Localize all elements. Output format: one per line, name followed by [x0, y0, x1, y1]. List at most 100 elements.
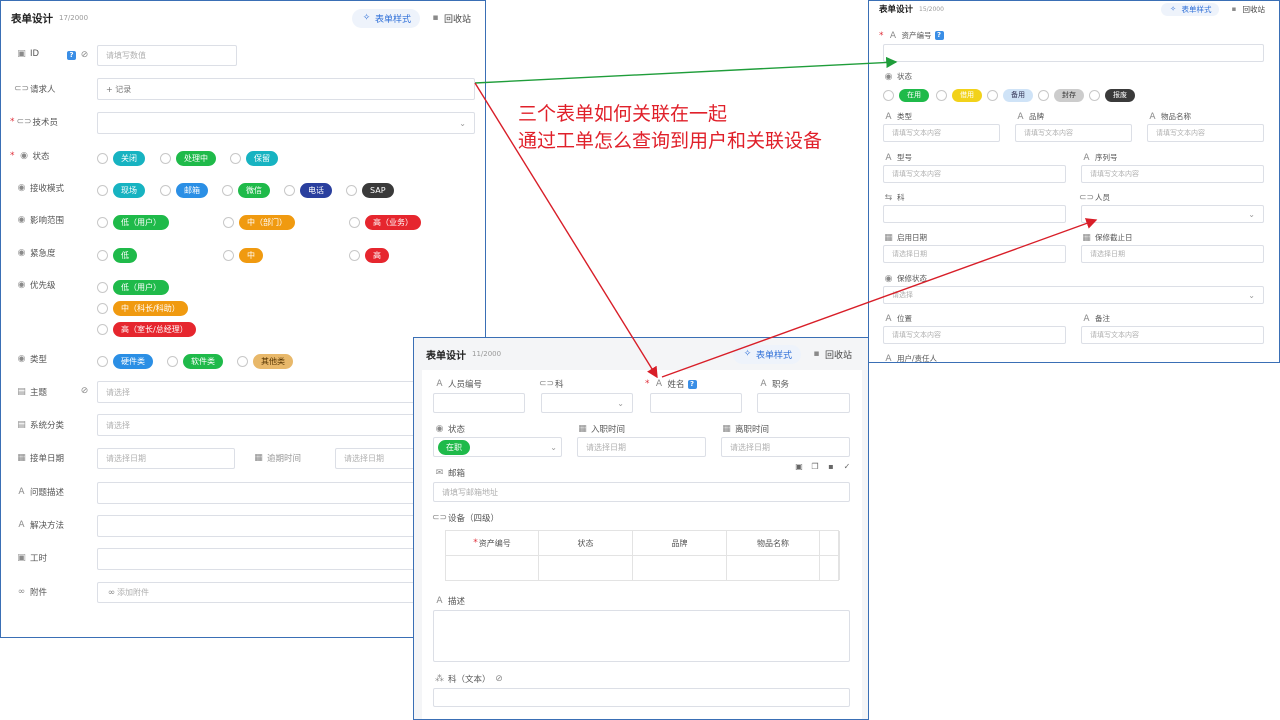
status-icon: ◉: [17, 183, 26, 193]
person-status-select[interactable]: 在职 ⌄: [433, 437, 562, 457]
eye-off-icon[interactable]: ⊘: [79, 386, 90, 396]
asset-no-input[interactable]: [883, 44, 1264, 62]
receive-option-phone[interactable]: 电话: [284, 183, 332, 198]
priority-option-high[interactable]: 高（室长/总经理）: [97, 322, 196, 337]
attachment-icon: ∞: [107, 587, 116, 598]
asset-location-input[interactable]: 请填写文本内容: [883, 326, 1066, 344]
asset-field-no: * A 资产编号?: [879, 30, 944, 41]
check-icon[interactable]: ✓: [842, 461, 852, 471]
calendar-icon: ▦: [1082, 232, 1091, 243]
asset-type-input[interactable]: 请填写文本内容: [883, 124, 1000, 142]
status-icon: ◉: [17, 248, 26, 258]
type-option-hardware[interactable]: 硬件类: [97, 354, 153, 369]
text-icon: A: [18, 487, 25, 497]
eye-off-icon[interactable]: ⊘: [79, 50, 90, 60]
calendar-icon: ▦: [722, 424, 731, 434]
asset-brand-input[interactable]: 请填写文本内容: [1015, 124, 1132, 142]
asset-dept-input[interactable]: [883, 205, 1066, 223]
recycle-bin-button[interactable]: ▪ 回收站: [1225, 1, 1270, 18]
type-option-other[interactable]: 其他类: [237, 354, 293, 369]
text-icon: A: [885, 152, 892, 163]
link-icon: ⊂⊃: [431, 513, 448, 523]
asset-item-name-input[interactable]: 请填写文本内容: [1147, 124, 1264, 142]
trash-icon: ▪: [432, 13, 439, 23]
receive-option-onsite[interactable]: 现场: [97, 183, 145, 198]
form-style-button[interactable]: ✧ 表单样式: [1160, 2, 1219, 16]
person-dept-select[interactable]: ⌄: [541, 393, 633, 413]
chevron-down-icon: ⌄: [459, 118, 466, 128]
text-icon: A: [760, 379, 767, 389]
impact-option-mid[interactable]: 中（部门）: [223, 215, 295, 230]
person-desc-textarea[interactable]: [433, 610, 850, 662]
chevron-down-icon: ⌄: [617, 398, 624, 408]
receive-option-wechat[interactable]: 微信: [222, 183, 270, 198]
table-cell[interactable]: [446, 556, 539, 580]
recycle-bin-button[interactable]: ▪ 回收站: [807, 345, 856, 364]
type-option-software[interactable]: 软件类: [167, 354, 223, 369]
asset-status-borrow[interactable]: 借用: [936, 89, 982, 102]
asset-status-scrapped[interactable]: 报废: [1089, 89, 1135, 102]
asset-person-select[interactable]: ⌄: [1081, 205, 1264, 223]
person-leave-date-picker[interactable]: 请选择日期: [721, 437, 850, 457]
recycle-bin-button[interactable]: ▪ 回收站: [426, 9, 475, 28]
id-input[interactable]: 请填写数值: [97, 45, 237, 66]
asset-remark-input[interactable]: 请填写文本内容: [1081, 326, 1264, 344]
asset-field-warranty-end: ▦ 保修截止日: [1082, 232, 1133, 243]
table-cell[interactable]: [820, 556, 840, 580]
asset-serial-input[interactable]: 请填写文本内容: [1081, 165, 1264, 183]
person-dept-text-input[interactable]: [433, 688, 850, 707]
person-field-desc: A 描述: [434, 595, 465, 607]
chevron-down-icon: ⌄: [1248, 290, 1255, 300]
person-email-input[interactable]: 请填写邮箱地址: [433, 482, 850, 502]
link-icon: ⊂⊃: [13, 84, 30, 94]
field-requester: ⊂⊃ 请求人: [13, 84, 56, 95]
asset-model-input[interactable]: 请填写文本内容: [883, 165, 1066, 183]
form-style-button[interactable]: ✧ 表单样式: [351, 8, 420, 28]
table-cell[interactable]: [727, 556, 820, 580]
help-icon[interactable]: ?: [687, 379, 697, 389]
person-field-leave-date: ▦ 离职时间: [722, 424, 770, 435]
person-form-header: 表单设计 11/2000 ✧ 表单样式 ▪ 回收站: [414, 338, 868, 370]
asset-start-date-picker[interactable]: 请选择日期: [883, 245, 1066, 263]
calendar-icon: ▦: [578, 424, 587, 434]
eye-off-icon[interactable]: ⊘: [494, 674, 505, 684]
person-position-input[interactable]: [757, 393, 850, 413]
asset-status-spare[interactable]: 备用: [987, 89, 1033, 102]
urgency-option-low[interactable]: 低: [97, 248, 137, 263]
asset-warranty-end-picker[interactable]: 请选择日期: [1081, 245, 1264, 263]
help-icon[interactable]: ?: [67, 51, 76, 60]
asset-warranty-status-select[interactable]: 请选择 ⌄: [883, 286, 1264, 304]
priority-option-low[interactable]: 低（用户）: [97, 280, 169, 295]
receive-option-sap[interactable]: SAP: [346, 183, 394, 198]
asset-field-status: ◉ 状态: [884, 71, 912, 82]
status-option-reserved[interactable]: 保留: [230, 151, 278, 166]
status-option-closed[interactable]: 关闭: [97, 151, 145, 166]
person-field-emp-no: A 人员编号: [434, 378, 482, 390]
person-emp-no-input[interactable]: [433, 393, 525, 413]
help-icon[interactable]: ▣: [794, 461, 804, 471]
asset-status-sealed[interactable]: 封存: [1038, 89, 1084, 102]
requester-record-input[interactable]: + 记录: [97, 78, 475, 100]
delete-icon[interactable]: ▪: [826, 461, 836, 471]
table-cell[interactable]: [539, 556, 633, 580]
status-icon: ◉: [435, 424, 444, 434]
order-date-picker[interactable]: 请选择日期: [97, 448, 235, 469]
field-solution: A 解决方法: [16, 519, 64, 531]
urgency-option-mid[interactable]: 中: [223, 248, 263, 263]
person-join-date-picker[interactable]: 请选择日期: [577, 437, 706, 457]
urgency-option-high[interactable]: 高: [349, 248, 389, 263]
status-option-processing[interactable]: 处理中: [160, 151, 216, 166]
copy-icon[interactable]: ❐: [810, 461, 820, 471]
technician-select[interactable]: ⌄: [97, 112, 475, 134]
asset-status-inuse[interactable]: 在用: [883, 89, 929, 102]
impact-option-high[interactable]: 高（业务）: [349, 215, 421, 230]
impact-option-low[interactable]: 低（用户）: [97, 215, 169, 230]
field-impact: ◉ 影响范围: [17, 215, 65, 226]
receive-option-mail[interactable]: 邮箱: [160, 183, 208, 198]
table-cell[interactable]: [633, 556, 727, 580]
priority-option-mid[interactable]: 中（科长/科助）: [97, 301, 188, 316]
form-style-button[interactable]: ✧ 表单样式: [732, 344, 801, 364]
person-name-input[interactable]: [650, 393, 742, 413]
field-receive-mode: ◉ 接收模式: [17, 183, 65, 194]
help-icon[interactable]: ?: [934, 31, 944, 40]
